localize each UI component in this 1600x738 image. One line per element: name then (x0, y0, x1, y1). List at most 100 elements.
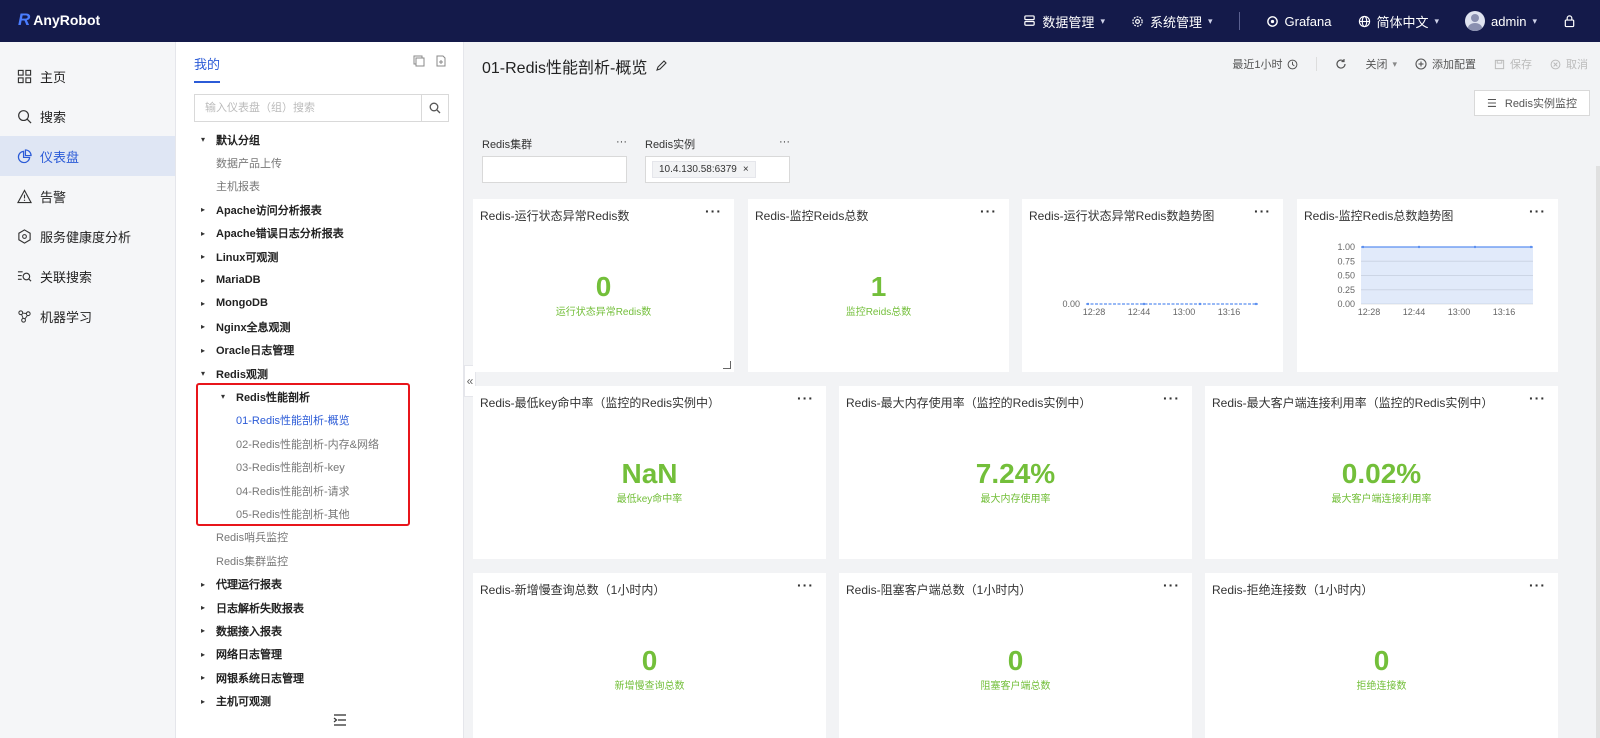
tree-row-label: 网银系统日志管理 (216, 672, 304, 685)
tree-row-label: 02-Redis性能剖析-内存&网络 (236, 438, 380, 451)
stat-display: NaN 最低key命中率 (473, 458, 826, 505)
tree-group[interactable]: ▸ Apache错误日志分析报表 (176, 222, 464, 245)
nav-item-4[interactable]: 服务健康度分析 (0, 216, 175, 256)
tree-group[interactable]: ▸ 日志解析失败报表 (176, 596, 464, 619)
more-icon[interactable]: ··· (797, 390, 814, 406)
nav-item-5[interactable]: 关联搜索 (0, 256, 175, 296)
new-dashboard-icon[interactable] (435, 55, 447, 67)
tree-dashboard-item[interactable]: 04-Redis性能剖析-请求 (176, 479, 464, 502)
more-icon[interactable]: ··· (1529, 390, 1546, 406)
caret-right-icon[interactable]: ▸ (198, 252, 208, 261)
caret-right-icon[interactable]: ▸ (198, 673, 208, 682)
tree-group[interactable]: ▸ 代理运行报表 (176, 572, 464, 595)
cancel-button[interactable]: 取消 (1550, 56, 1588, 72)
data-management-menu[interactable]: 数据管理 ▾ (1023, 12, 1105, 31)
logo[interactable]: R AnyRobot (18, 10, 100, 30)
more-icon[interactable]: ··· (1163, 577, 1180, 593)
tree-row-label: 主机可观测 (216, 696, 271, 709)
tree-dashboard-item[interactable]: 主机报表 (176, 175, 464, 198)
caret-right-icon[interactable]: ▸ (198, 346, 208, 355)
scrollbar[interactable] (1596, 166, 1600, 738)
add-config-button[interactable]: 添加配置 (1415, 56, 1476, 72)
caret-right-icon[interactable]: ▸ (198, 299, 208, 308)
nav-item-label: 仪表盘 (40, 149, 80, 165)
caret-right-icon[interactable]: ▸ (198, 650, 208, 659)
caret-down-icon[interactable]: ▾ (198, 135, 208, 144)
caret-right-icon[interactable]: ▸ (198, 229, 208, 238)
resize-handle[interactable] (723, 361, 731, 369)
more-icon[interactable]: ··· (779, 136, 790, 152)
close-icon[interactable]: × (743, 164, 749, 175)
dashboard-panel: Redis-运行状态异常Redis数 ··· 0 运行状态异常Redis数 (473, 199, 734, 372)
nav-item-2[interactable]: 仪表盘 (0, 136, 175, 176)
tree-search-input[interactable] (195, 95, 421, 121)
data-point (1361, 245, 1365, 249)
tree-group[interactable]: ▾ Redis性能剖析 (176, 385, 464, 408)
tree-group[interactable]: ▾ Redis观测 (176, 362, 464, 385)
tree-group[interactable]: ▸ Oracle日志管理 (176, 339, 464, 362)
caret-right-icon[interactable]: ▸ (198, 603, 208, 612)
lock-button[interactable] (1563, 14, 1576, 28)
caret-right-icon[interactable]: ▸ (198, 322, 208, 331)
more-icon[interactable]: ··· (616, 136, 627, 152)
caret-right-icon[interactable]: ▸ (198, 580, 208, 589)
tree-dashboard-item[interactable]: 01-Redis性能剖析-概览 (176, 409, 464, 432)
tree-group[interactable]: ▸ Linux可观测 (176, 245, 464, 268)
new-group-icon[interactable] (413, 55, 425, 67)
tree-dashboard-item[interactable]: 数据产品上传 (176, 151, 464, 174)
caret-right-icon[interactable]: ▸ (198, 697, 208, 706)
caret-right-icon[interactable]: ▸ (198, 205, 208, 214)
caret-right-icon[interactable]: ▸ (198, 626, 208, 635)
tree-dashboard-item[interactable]: 03-Redis性能剖析-key (176, 455, 464, 478)
tree-group[interactable]: ▸ 主机可观测 (176, 689, 464, 712)
tree-group[interactable]: ▸ 数据接入报表 (176, 619, 464, 642)
more-icon[interactable]: ··· (1529, 577, 1546, 593)
tree-dashboard-item[interactable]: Redis集群监控 (176, 549, 464, 572)
auto-refresh-label: 关闭 (1365, 59, 1388, 71)
panel-title: Redis-监控Reids总数 (755, 209, 869, 223)
tree-group[interactable]: ▸ MariaDB (176, 268, 464, 291)
nav-item-3[interactable]: 告警 (0, 176, 175, 216)
tree-group[interactable]: ▸ Apache访问分析报表 (176, 198, 464, 221)
more-icon[interactable]: ··· (1163, 390, 1180, 406)
caret-down-icon[interactable]: ▾ (198, 369, 208, 378)
collapse-menu-icon[interactable] (333, 714, 347, 726)
tree-dashboard-item[interactable]: 02-Redis性能剖析-内存&网络 (176, 432, 464, 455)
more-icon[interactable]: ··· (797, 577, 814, 593)
tab-mine[interactable]: 我的 (194, 54, 221, 83)
tree-group[interactable]: ▸ MongoDB (176, 292, 464, 315)
edit-icon[interactable] (655, 60, 668, 72)
y-tick-label: 1.00 (1337, 242, 1355, 252)
tree-dashboard-item[interactable]: Redis哨兵监控 (176, 526, 464, 549)
user-menu[interactable]: admin ▾ (1465, 11, 1537, 31)
more-icon[interactable]: ··· (980, 203, 997, 219)
ml-icon (16, 308, 32, 324)
tree-group[interactable]: ▸ 网银系统日志管理 (176, 666, 464, 689)
cube-icon (16, 228, 32, 244)
panel-title: Redis-最大内存使用率（监控的Redis实例中） (846, 396, 1092, 410)
stat-label: 监控Reids总数 (845, 307, 912, 318)
nav-item-6[interactable]: 机器学习 (0, 296, 175, 336)
tree-group[interactable]: ▸ Nginx全息观测 (176, 315, 464, 338)
redis-instance-select[interactable]: 10.4.130.58:6379 × (645, 156, 790, 183)
tree-group[interactable]: ▾ 默认分组 (176, 128, 464, 151)
nav-item-0[interactable]: 主页 (0, 56, 175, 96)
auto-refresh-select[interactable]: 关闭 ▾ (1365, 56, 1397, 72)
y-tick-label: 0.50 (1337, 271, 1355, 281)
clock-icon (1288, 59, 1298, 69)
tree-dashboard-item[interactable]: 05-Redis性能剖析-其他 (176, 502, 464, 525)
tree-group[interactable]: ▸ 网络日志管理 (176, 643, 464, 666)
nav-item-1[interactable]: 搜索 (0, 96, 175, 136)
tree-search-button[interactable] (421, 95, 448, 121)
time-range-picker[interactable]: 最近1小时 (1232, 56, 1298, 72)
save-button[interactable]: 保存 (1494, 56, 1532, 72)
refresh-button[interactable] (1335, 58, 1347, 70)
grafana-link[interactable]: Grafana (1266, 14, 1332, 29)
caret-down-icon[interactable]: ▾ (218, 392, 228, 401)
caret-right-icon[interactable]: ▸ (198, 276, 208, 285)
language-menu[interactable]: 简体中文 ▾ (1358, 12, 1439, 31)
system-management-menu[interactable]: 系统管理 ▾ (1131, 12, 1213, 31)
more-icon[interactable]: ··· (705, 203, 722, 219)
redis-instance-monitor-button[interactable]: ☰ Redis实例监控 (1474, 90, 1590, 116)
redis-cluster-select[interactable] (482, 156, 627, 183)
